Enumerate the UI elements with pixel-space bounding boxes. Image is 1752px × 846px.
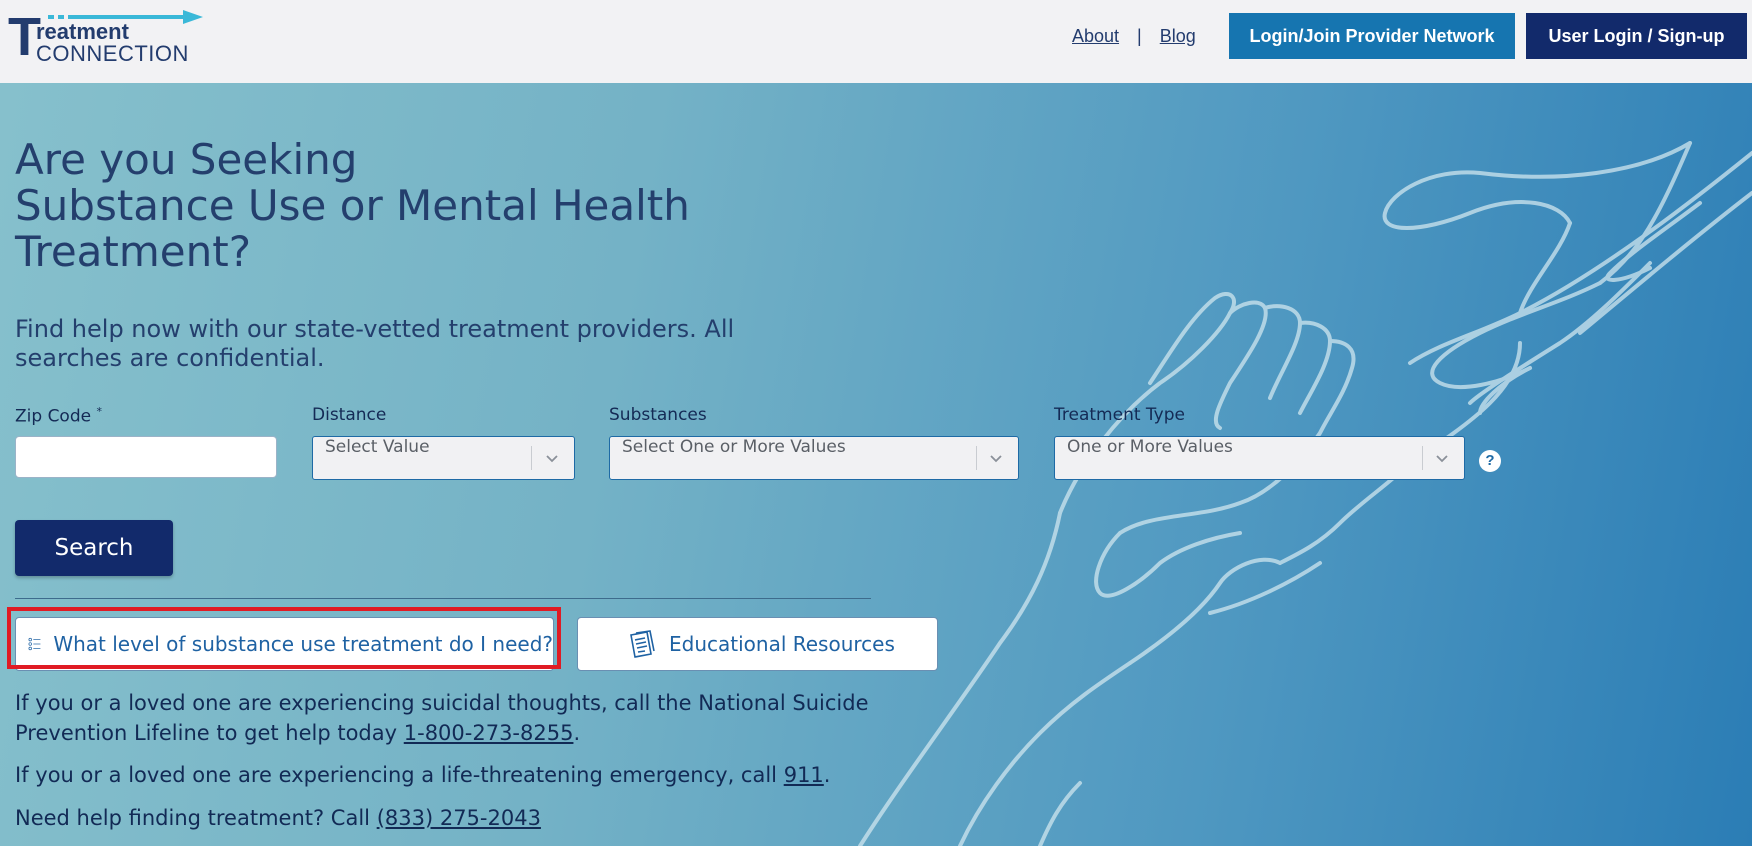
zip-code-label: Zip Code * [15, 405, 102, 427]
search-button[interactable]: Search [15, 520, 173, 576]
substances-select-divider [976, 446, 977, 470]
required-mark: * [96, 405, 103, 418]
substances-select-value: Select One or More Values [622, 437, 846, 457]
substances-label: Substances [609, 405, 707, 425]
hero-section: Are you Seeking Substance Use or Mental … [0, 83, 1752, 846]
zip-code-label-text: Zip Code [15, 406, 92, 427]
user-login-button[interactable]: User Login / Sign-up [1526, 13, 1747, 59]
distance-select-divider [531, 446, 532, 470]
suicide-hotline-text: If you or a loved one are experiencing s… [15, 688, 875, 748]
section-divider [15, 598, 871, 599]
documents-icon [630, 630, 655, 658]
emergency-period: . [823, 763, 831, 787]
site-header: T reatment CONNECTION About | Blog Login… [0, 0, 1752, 83]
nav-separator: | [1137, 26, 1142, 46]
zip-code-input[interactable] [15, 436, 277, 478]
treatment-type-select-divider [1422, 446, 1423, 470]
hero-subtitle: Find help now with our state-vetted trea… [15, 315, 735, 372]
help-line-text: Need help finding treatment? Call (833) … [15, 803, 875, 833]
suicide-hotline-phone-link[interactable]: 1-800-273-8255 [404, 721, 574, 745]
hero-title: Are you Seeking Substance Use or Mental … [15, 137, 735, 275]
treatment-type-select-value: One or More Values [1067, 437, 1233, 457]
emergency-phone-link[interactable]: 911 [784, 763, 824, 787]
chevron-down-icon [990, 455, 1002, 463]
help-line-message: Need help finding treatment? Call [15, 806, 377, 830]
header-nav: About | Blog [1072, 26, 1196, 47]
provider-login-button[interactable]: Login/Join Provider Network [1229, 13, 1515, 59]
chevron-down-icon [546, 455, 558, 463]
emergency-text: If you or a loved one are experiencing a… [15, 760, 875, 790]
hero-title-line-2: Substance Use or Mental Health [15, 181, 690, 230]
distance-select-value: Select Value [325, 437, 430, 457]
nav-about-link[interactable]: About [1072, 26, 1119, 47]
educational-resources-button[interactable]: Educational Resources [577, 617, 938, 671]
emergency-message: If you or a loved one are experiencing a… [15, 763, 784, 787]
nav-blog-link[interactable]: Blog [1160, 26, 1196, 47]
treatment-connection-logo[interactable]: T reatment CONNECTION [8, 10, 203, 66]
logo-line-2: CONNECTION [36, 41, 189, 66]
help-line-phone-link[interactable]: (833) 275-2043 [377, 806, 541, 830]
educational-resources-button-label: Educational Resources [669, 632, 895, 656]
treatment-type-label: Treatment Type [1054, 405, 1185, 425]
help-icon[interactable]: ? [1479, 450, 1501, 472]
substances-select[interactable]: Select One or More Values [609, 436, 1019, 480]
hero-title-line-3: Treatment? [15, 227, 252, 276]
hero-title-line-1: Are you Seeking [15, 135, 358, 184]
distance-select[interactable]: Select Value [312, 436, 575, 480]
highlight-box [7, 607, 561, 669]
suicide-hotline-period: . [573, 721, 581, 745]
treatment-type-select[interactable]: One or More Values [1054, 436, 1465, 480]
distance-label: Distance [312, 405, 387, 425]
chevron-down-icon [1436, 455, 1448, 463]
